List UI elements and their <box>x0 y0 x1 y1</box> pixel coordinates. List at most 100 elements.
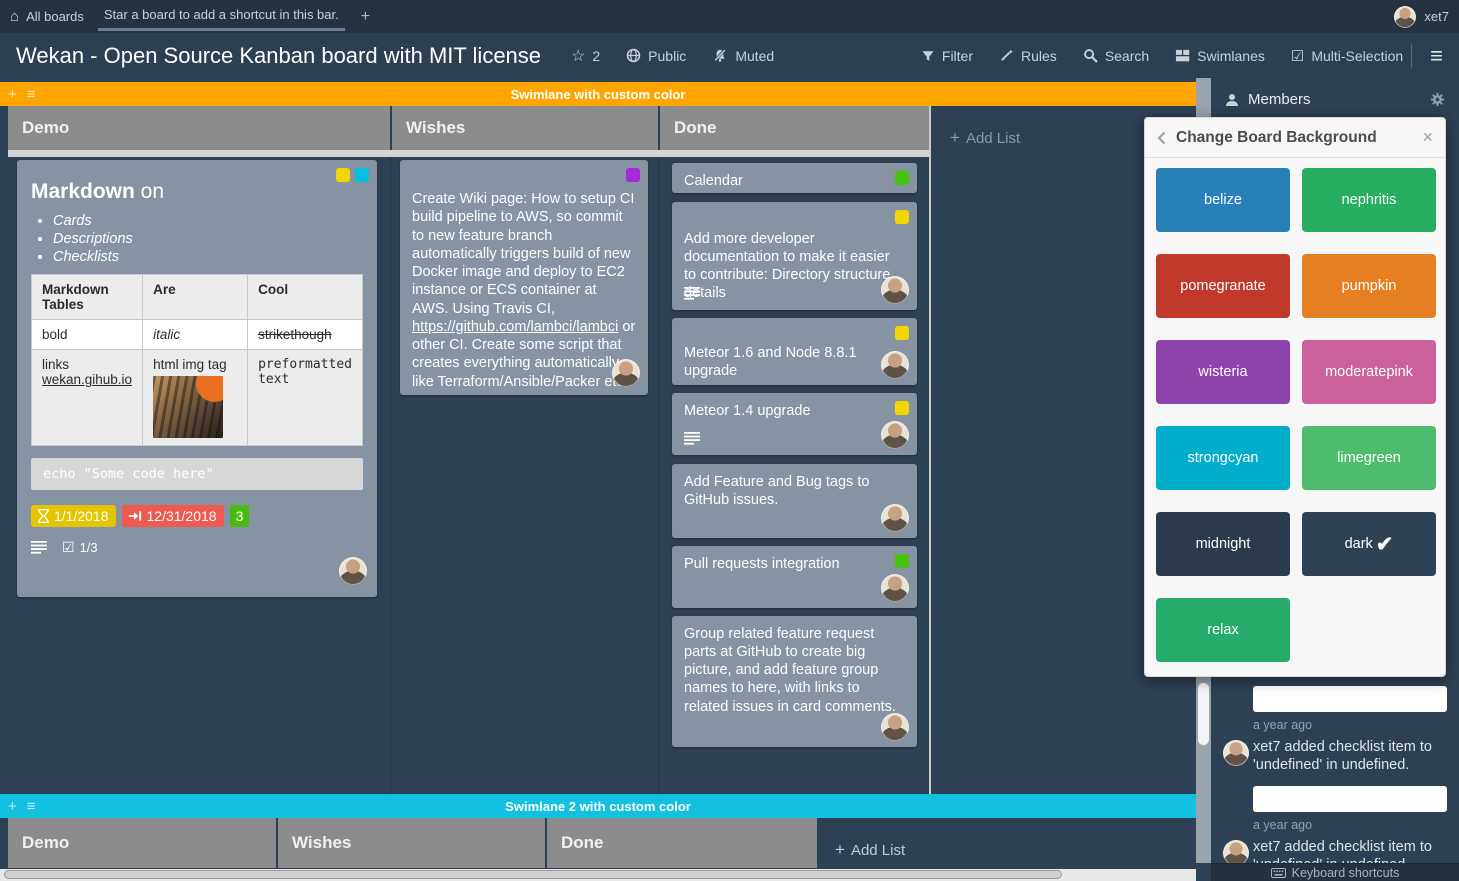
swatch-nephritis[interactable]: nephritis <box>1302 168 1436 232</box>
card-label-green[interactable] <box>895 554 909 568</box>
checklist-badge: ☑ 1/3 <box>62 539 98 556</box>
search-button[interactable]: Search <box>1083 48 1149 64</box>
due-date-badge[interactable]: 1/1/2018 <box>31 505 116 527</box>
card-calendar[interactable]: Calendar <box>672 163 917 193</box>
horizontal-scrollbar[interactable] <box>0 869 1196 881</box>
user-menu[interactable]: xet7 <box>1394 6 1449 28</box>
card-group-feature-requests[interactable]: Group related feature request parts at G… <box>672 616 917 747</box>
card-meteor-14-upgrade[interactable]: Meteor 1.4 upgrade <box>672 393 917 455</box>
swimlanes-view-button[interactable]: Swimlanes <box>1175 48 1265 64</box>
swatch-dark[interactable]: dark✔ <box>1302 512 1436 576</box>
swatch-pomegranate[interactable]: pomegranate <box>1156 254 1290 318</box>
table-cell-image: html img tag <box>143 350 248 446</box>
multi-selection-button[interactable]: ☑ Multi-Selection <box>1291 47 1403 65</box>
visibility-button[interactable]: Public <box>626 48 686 64</box>
lambci-link[interactable]: https://github.com/lambci/lambci <box>412 319 618 335</box>
mute-button[interactable]: Muted <box>712 48 774 64</box>
user-avatar <box>1394 6 1416 28</box>
swatch-label: dark <box>1345 536 1373 552</box>
swatch-moderatepink[interactable]: moderatepink <box>1302 340 1436 404</box>
activity-feed: a year ago xet7 added checklist item to … <box>1211 678 1459 863</box>
swimlane-2-bar: + ≡ Swimlane 2 with custom color <box>0 794 1196 818</box>
count-badge[interactable]: 3 <box>230 505 250 527</box>
list-separator <box>390 157 392 794</box>
swatch-pumpkin[interactable]: pumpkin <box>1302 254 1436 318</box>
add-list-button-top[interactable]: + Add List <box>950 128 1020 148</box>
swatch-belize[interactable]: belize <box>1156 168 1290 232</box>
swatch-label: relax <box>1207 622 1238 638</box>
card-label-purple[interactable] <box>626 168 640 182</box>
card-developer-documentation[interactable]: Add more developer documentation to make… <box>672 202 917 310</box>
horizontal-scrollbar-thumb[interactable] <box>4 870 1062 879</box>
comment-input[interactable] <box>1253 786 1447 812</box>
list-header-demo-2[interactable]: Demo <box>8 818 276 868</box>
comment-input[interactable] <box>1253 686 1447 712</box>
add-board-shortcut-button[interactable]: + <box>355 8 376 26</box>
add-list-button-bottom[interactable]: + Add List <box>835 840 905 860</box>
card-member-avatar[interactable] <box>881 504 909 532</box>
swatch-relax[interactable]: relax <box>1156 598 1290 662</box>
list-header-wishes-2[interactable]: Wishes <box>278 818 545 868</box>
markdown-table: Markdown Tables Are Cool bold italic str… <box>31 274 363 446</box>
swimlane-menu-icon[interactable]: ≡ <box>27 798 36 815</box>
end-date-badge[interactable]: 12/31/2018 <box>122 505 224 527</box>
swimlane-add-icon[interactable]: + <box>8 798 17 815</box>
swimlane-2-title[interactable]: Swimlane 2 with custom color <box>0 799 1196 814</box>
card-member-avatar[interactable] <box>881 574 909 602</box>
rules-button[interactable]: Rules <box>999 48 1057 64</box>
home-icon: ⌂ <box>10 8 19 25</box>
card-member-avatar[interactable] <box>881 713 909 741</box>
board-menu-button[interactable]: ≡ <box>1430 45 1443 67</box>
list-title-wishes-2: Wishes <box>292 833 351 853</box>
list-header-demo[interactable]: Demo <box>8 106 390 150</box>
swatch-label: limegreen <box>1337 450 1401 466</box>
card-label-yellow[interactable] <box>895 401 909 415</box>
gear-icon[interactable] <box>1430 92 1445 107</box>
star-board-button[interactable]: ☆ 2 <box>571 46 600 66</box>
back-chevron-icon[interactable] <box>1157 131 1166 145</box>
close-icon[interactable]: × <box>1422 127 1433 148</box>
bullet-item: Cards <box>53 212 363 230</box>
swatch-strongcyan[interactable]: strongcyan <box>1156 426 1290 490</box>
wekan-link[interactable]: wekan.gihub.io <box>42 372 132 387</box>
keyboard-shortcuts-button[interactable]: Keyboard shortcuts <box>1211 863 1459 881</box>
card-label-yellow[interactable] <box>895 210 909 224</box>
card-member-avatar[interactable] <box>339 557 367 585</box>
multi-selection-checkbox-icon: ☑ <box>1291 47 1304 65</box>
vertical-scrollbar-thumb[interactable] <box>1198 683 1209 745</box>
card-meteor-16-upgrade[interactable]: Meteor 1.6 and Node 8.8.1 upgrade <box>672 318 917 385</box>
activity-text: xet7 added checklist item to 'undefined'… <box>1253 738 1449 774</box>
list-header-done[interactable]: Done <box>660 106 929 150</box>
card-label-yellow[interactable] <box>895 326 909 340</box>
all-boards-link[interactable]: ⌂ All boards <box>10 8 84 25</box>
swimlane-menu-icon[interactable]: ≡ <box>27 86 36 103</box>
card-pull-requests[interactable]: Pull requests integration <box>672 546 917 608</box>
list-header-wishes[interactable]: Wishes <box>392 106 658 150</box>
table-header-cell: Cool <box>248 275 363 320</box>
swimlane-add-icon[interactable]: + <box>8 86 17 103</box>
card-label-yellow[interactable] <box>336 168 350 182</box>
card-member-avatar[interactable] <box>612 359 640 387</box>
swimlane-1-title[interactable]: Swimlane with custom color <box>0 87 1196 102</box>
activity-text: xet7 added checklist item to 'undefined'… <box>1253 838 1449 863</box>
filter-button[interactable]: Filter <box>921 48 973 64</box>
swatch-label: nephritis <box>1342 192 1397 208</box>
swatch-midnight[interactable]: midnight <box>1156 512 1290 576</box>
list-header-done-2[interactable]: Done <box>547 818 817 868</box>
keyboard-shortcuts-label: Keyboard shortcuts <box>1292 866 1400 880</box>
card-member-avatar[interactable] <box>881 276 909 304</box>
card-markdown[interactable]: Markdown on Cards Descriptions Checklist… <box>17 160 377 597</box>
filter-label: Filter <box>942 48 973 64</box>
username: xet7 <box>1424 9 1449 24</box>
card-create-wiki[interactable]: Create Wiki page: How to setup CI build … <box>400 160 648 395</box>
swatch-limegreen[interactable]: limegreen <box>1302 426 1436 490</box>
list-separator <box>658 157 660 794</box>
card-member-avatar[interactable] <box>881 421 909 449</box>
preformatted-text: preformatted text <box>258 357 352 387</box>
card-feature-bug-tags[interactable]: Add Feature and Bug tags to GitHub issue… <box>672 464 917 538</box>
card-label-cyan[interactable] <box>355 168 369 182</box>
list-title-demo: Demo <box>22 118 69 138</box>
card-member-avatar[interactable] <box>881 351 909 379</box>
swatch-wisteria[interactable]: wisteria <box>1156 340 1290 404</box>
card-label-green[interactable] <box>895 171 909 185</box>
